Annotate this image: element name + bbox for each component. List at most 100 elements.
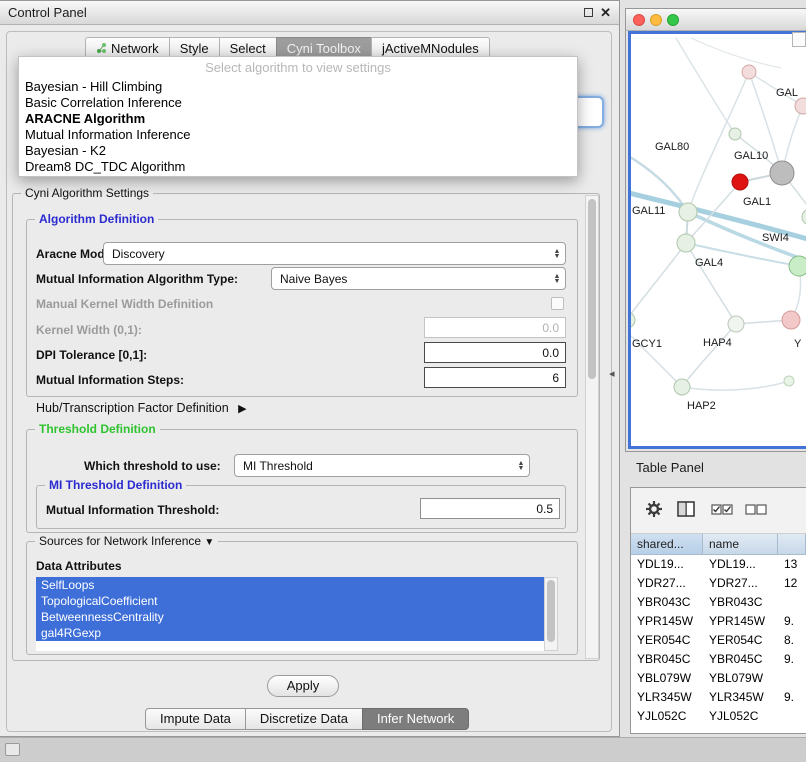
column-header-partial[interactable]	[778, 534, 806, 555]
cell[interactable]: YBL079W	[631, 669, 703, 688]
network-graph[interactable]: GAL GAL80 GAL10 GAL11 GAL1 SWI4 GAL4 GCY…	[631, 34, 806, 446]
dropdown-item[interactable]: Bayesian - K2	[19, 143, 577, 159]
attribute-item[interactable]: TopologicalCoefficient	[36, 593, 544, 609]
gear-icon[interactable]	[645, 500, 663, 518]
cell[interactable]: YER054C	[703, 631, 778, 650]
dropdown-item[interactable]: Dream8 DC_TDC Algorithm	[19, 159, 577, 175]
node-gal-right[interactable]	[795, 98, 806, 114]
mi-algorithm-type-combo[interactable]: Naive Bayes ▲▼	[271, 267, 566, 290]
show-columns-icon[interactable]	[677, 501, 695, 517]
close-window-icon[interactable]	[633, 14, 645, 26]
cell[interactable]: YBR045C	[703, 650, 778, 669]
minimize-window-icon[interactable]	[650, 14, 662, 26]
network-canvas[interactable]: GAL GAL80 GAL10 GAL11 GAL1 SWI4 GAL4 GCY…	[631, 34, 806, 446]
node-gal4[interactable]	[677, 234, 695, 252]
minimized-panel-icon[interactable]	[5, 743, 20, 756]
tab-discretize-data[interactable]: Discretize Data	[245, 708, 363, 730]
dropdown-item[interactable]: Basic Correlation Inference	[19, 95, 577, 111]
select-all-icon[interactable]	[711, 504, 733, 515]
table-row[interactable]: YJL052CYJL052C	[631, 707, 806, 726]
table-row[interactable]: YBR045CYBR045C9.	[631, 650, 806, 669]
table-row[interactable]: YPR145WYPR145W9.	[631, 612, 806, 631]
hub-section-toggle[interactable]: Hub/Transcription Factor Definition ▶	[36, 401, 247, 415]
cell[interactable]	[778, 593, 806, 612]
cell[interactable]: YPR145W	[631, 612, 703, 631]
node-gal10[interactable]	[770, 161, 794, 185]
cell[interactable]: YLR345W	[703, 688, 778, 707]
node-red[interactable]	[732, 174, 748, 190]
table-row[interactable]: YDR27...YDR27...12	[631, 574, 806, 593]
cell[interactable]: YDR27...	[631, 574, 703, 593]
panel-collapse-arrow-icon[interactable]: ◂	[609, 367, 615, 380]
tab-infer-network[interactable]: Infer Network	[362, 708, 469, 730]
table-row[interactable]: YLR345WYLR345W9.	[631, 688, 806, 707]
node-gal11[interactable]	[679, 203, 697, 221]
cell[interactable]: YER054C	[631, 631, 703, 650]
node-pink-right[interactable]	[782, 311, 800, 329]
dropdown-item-selected[interactable]: ARACNE Algorithm	[19, 111, 577, 127]
cell[interactable]: 9.	[778, 612, 806, 631]
apply-button[interactable]: Apply	[267, 675, 339, 697]
node-label-hap2: HAP2	[687, 400, 716, 412]
algorithm-definition-title: Algorithm Definition	[35, 212, 158, 226]
table-row[interactable]: YDL19...YDL19...13	[631, 555, 806, 574]
table-row[interactable]: YBL079WYBL079W	[631, 669, 806, 688]
dropdown-item[interactable]: Mutual Information Inference	[19, 127, 577, 143]
cell[interactable]: YJL052C	[631, 707, 703, 726]
column-header-shared-name[interactable]: shared...	[631, 534, 703, 555]
cell[interactable]: YJL052C	[703, 707, 778, 726]
manual-kernel-width-checkbox[interactable]	[551, 297, 564, 310]
node-gcy1[interactable]	[631, 312, 635, 328]
dropdown-item[interactable]: Bayesian - Hill Climbing	[19, 79, 577, 95]
close-panel-icon[interactable]: ✕	[600, 8, 611, 18]
cell[interactable]: YBR043C	[703, 593, 778, 612]
node-gal80[interactable]	[729, 128, 741, 140]
scrollbar-thumb[interactable]	[588, 199, 596, 379]
column-header-name[interactable]: name	[703, 534, 778, 555]
node-green-bright[interactable]	[789, 256, 806, 276]
deselect-all-icon[interactable]	[745, 504, 767, 515]
settings-scrollbar[interactable]	[585, 195, 599, 659]
node-right-mid[interactable]	[802, 209, 806, 225]
attributes-list-scrollbar[interactable]	[544, 577, 558, 651]
cell[interactable]: YDR27...	[703, 574, 778, 593]
cell[interactable]: YBR043C	[631, 593, 703, 612]
mi-threshold-field[interactable]	[420, 498, 560, 519]
cell[interactable]	[778, 669, 806, 688]
cell[interactable]: 13	[778, 555, 806, 574]
cell[interactable]: YBR045C	[631, 650, 703, 669]
table-row[interactable]: YER054CYER054C8.	[631, 631, 806, 650]
cell[interactable]: 9.	[778, 650, 806, 669]
cell[interactable]: 8.	[778, 631, 806, 650]
cell[interactable]: YDL19...	[703, 555, 778, 574]
cell[interactable]: 9.	[778, 688, 806, 707]
attribute-item[interactable]: gal4RGexp	[36, 625, 544, 641]
zoom-window-icon[interactable]	[667, 14, 679, 26]
view-toolbar-grip[interactable]	[792, 32, 806, 47]
control-panel-title: Control Panel	[8, 5, 87, 20]
node-small-bottom[interactable]	[784, 376, 794, 386]
cell[interactable]: YBL079W	[703, 669, 778, 688]
node-pink-top[interactable]	[742, 65, 756, 79]
scrollbar-thumb[interactable]	[547, 580, 555, 642]
mi-steps-field[interactable]	[424, 367, 566, 388]
kernel-width-field[interactable]	[424, 317, 566, 338]
aracne-mode-combo[interactable]: Discovery ▲▼	[103, 242, 566, 265]
cell[interactable]	[778, 707, 806, 726]
which-threshold-combo[interactable]: MI Threshold ▲▼	[234, 454, 530, 477]
cell[interactable]: YDL19...	[631, 555, 703, 574]
attribute-item[interactable]: SelfLoops	[36, 577, 544, 593]
dpi-tolerance-field[interactable]	[424, 342, 566, 363]
mi-threshold-label: Mutual Information Threshold:	[46, 503, 219, 517]
float-panel-icon[interactable]	[584, 8, 593, 17]
sources-toggle[interactable]: Sources for Network Inference ▼	[35, 534, 218, 548]
cell[interactable]: 12	[778, 574, 806, 593]
bottom-tabbar: Impute Data Discretize Data Infer Networ…	[146, 708, 469, 730]
cell[interactable]: YLR345W	[631, 688, 703, 707]
attribute-item[interactable]: BetweennessCentrality	[36, 609, 544, 625]
node-hap2[interactable]	[674, 379, 690, 395]
node-hap4[interactable]	[728, 316, 744, 332]
tab-impute-data[interactable]: Impute Data	[145, 708, 246, 730]
cell[interactable]: YPR145W	[703, 612, 778, 631]
table-row[interactable]: YBR043CYBR043C	[631, 593, 806, 612]
